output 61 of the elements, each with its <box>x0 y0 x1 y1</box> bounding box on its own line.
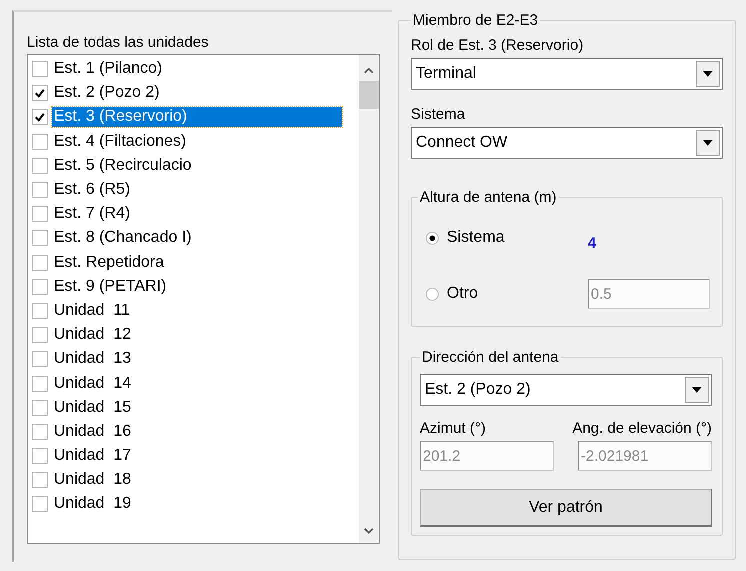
dropdown-arrow-icon <box>703 71 713 77</box>
list-title: Lista de todas las unidades <box>27 34 210 51</box>
checkbox[interactable] <box>32 134 48 150</box>
checkbox[interactable] <box>32 327 48 344</box>
azimuth-label: Azimut (°) <box>420 420 486 437</box>
checkbox[interactable] <box>32 230 48 246</box>
checkbox[interactable] <box>32 109 48 126</box>
radio-button[interactable] <box>426 288 439 300</box>
scrollbar[interactable] <box>359 55 379 543</box>
radio-button[interactable] <box>426 232 439 244</box>
unit-item[interactable]: Unidad 17 <box>52 446 134 466</box>
checkbox[interactable] <box>32 424 48 440</box>
role-dropdown[interactable]: Terminal <box>411 58 723 90</box>
radio-label[interactable]: Sistema <box>447 229 505 247</box>
unit-item[interactable]: Unidad 19 <box>52 494 134 514</box>
role-label: Rol de Est. 3 (Reservorio) <box>411 37 585 54</box>
radio-label[interactable]: Otro <box>447 285 478 303</box>
checkbox[interactable] <box>32 302 48 319</box>
unit-item[interactable]: Est. 9 (PETARI) <box>52 276 169 297</box>
group-title: Dirección del antena <box>421 349 560 366</box>
unit-item[interactable]: Unidad 15 <box>52 398 134 418</box>
system-dropdown[interactable]: Connect OW <box>411 127 723 159</box>
checkbox[interactable] <box>32 496 48 512</box>
target-dropdown[interactable]: Est. 2 (Pozo 2) <box>420 374 712 406</box>
checkbox[interactable] <box>32 351 48 368</box>
unit-item[interactable]: Est. 1 (Pilanco) <box>52 59 164 80</box>
unit-item[interactable]: Est. 4 (Filtaciones) <box>52 132 188 152</box>
unit-item[interactable]: Unidad 18 <box>52 470 134 490</box>
checkbox[interactable] <box>32 400 48 416</box>
checkbox[interactable] <box>32 254 48 271</box>
checkbox[interactable] <box>32 448 48 464</box>
checkbox[interactable] <box>32 182 48 198</box>
unit-item[interactable]: Est. 5 (Recirculacio <box>52 156 194 176</box>
unit-item[interactable]: Unidad 16 <box>52 422 134 442</box>
checkbox[interactable] <box>32 85 48 102</box>
unit-item[interactable]: Unidad 12 <box>52 325 134 346</box>
checkbox[interactable] <box>32 376 48 392</box>
scroll-thumb[interactable] <box>359 81 379 109</box>
group-title: Altura de antena (m) <box>419 189 558 206</box>
height-reading: 4 <box>588 234 596 252</box>
unit-item[interactable]: Est. Repetidora <box>52 252 166 273</box>
checkbox[interactable] <box>32 61 48 78</box>
unit-item[interactable]: Unidad 13 <box>52 349 134 370</box>
checkbox[interactable] <box>32 472 48 488</box>
unit-item[interactable]: Est. 7 (R4) <box>52 204 132 224</box>
view-pattern-button[interactable]: Ver patrón <box>420 489 712 527</box>
unit-item[interactable]: Est. 8 (Chancado I) <box>52 228 194 248</box>
elevation-label: Ang. de elevación (°) <box>572 420 712 437</box>
unit-item[interactable]: Unidad 11 <box>52 300 132 321</box>
unit-item[interactable]: Est. 6 (R5) <box>52 180 132 200</box>
checkbox[interactable] <box>32 158 48 174</box>
dropdown-arrow-icon <box>703 140 713 146</box>
system-label: Sistema <box>411 106 466 123</box>
checkbox[interactable] <box>32 206 48 222</box>
dropdown-arrow-icon <box>692 387 702 393</box>
unit-item[interactable]: Est. 2 (Pozo 2) <box>52 83 162 104</box>
unit-item[interactable]: Unidad 14 <box>52 374 134 394</box>
unit-item[interactable]: Est. 3 (Reservorio) <box>52 107 342 128</box>
unit-list[interactable] <box>27 54 380 544</box>
checkbox[interactable] <box>32 278 48 295</box>
group-title: Miembro de E2-E3 <box>412 12 540 29</box>
